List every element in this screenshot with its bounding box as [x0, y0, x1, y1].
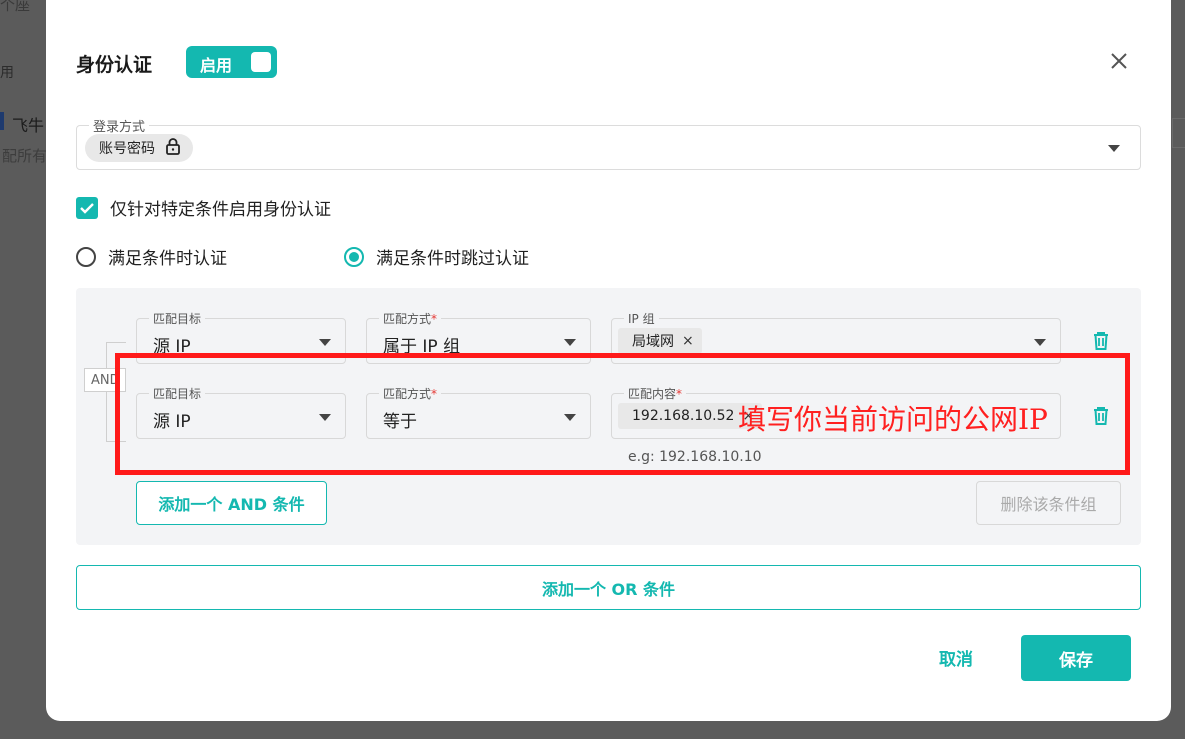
radio-button[interactable]	[76, 246, 96, 267]
radio-button-selected[interactable]	[344, 246, 364, 267]
background-edge-element	[1172, 118, 1185, 148]
login-method-select[interactable]: 登录方式 账号密码	[76, 116, 1141, 170]
remove-tag-icon[interactable]: ×	[682, 333, 694, 349]
tag-label: 局域网	[632, 334, 674, 350]
chevron-down-icon[interactable]	[1034, 339, 1046, 346]
chip-label: 账号密码	[99, 141, 155, 157]
dialog-title: 身份认证	[76, 54, 153, 76]
annotation-text: 填写你当前访问的公网IP	[738, 403, 1048, 436]
radio-auth-on-match[interactable]: 满足条件时认证	[76, 244, 227, 269]
field-label: 匹配方式*	[379, 310, 442, 327]
enable-toggle[interactable]: 启用	[186, 46, 277, 78]
chevron-down-icon[interactable]	[1108, 145, 1120, 152]
trash-icon[interactable]	[1090, 330, 1112, 352]
login-method-label: 登录方式	[89, 116, 150, 135]
lock-icon	[165, 137, 181, 159]
checkbox-checked-icon[interactable]	[76, 196, 98, 219]
specific-condition-checkbox[interactable]: 仅针对特定条件启用身份认证	[76, 195, 331, 220]
chevron-down-icon[interactable]	[319, 339, 331, 346]
chevron-down-icon[interactable]	[564, 339, 576, 346]
toggle-label: 启用	[200, 56, 233, 75]
ip-group-tag: 局域网 ×	[618, 328, 702, 354]
radio-skip-on-match[interactable]: 满足条件时跳过认证	[344, 244, 529, 269]
close-icon[interactable]	[1106, 48, 1132, 74]
background-row-name: 飞牛	[12, 116, 45, 135]
save-button[interactable]: 保存	[1021, 635, 1131, 681]
add-or-condition-button[interactable]: 添加一个 OR 条件	[76, 565, 1141, 610]
checkbox-label: 仅针对特定条件启用身份认证	[110, 200, 331, 220]
background-row-marker	[0, 112, 4, 130]
cancel-button[interactable]: 取消	[926, 645, 986, 671]
field-label: 匹配目标	[149, 310, 206, 327]
radio-label: 满足条件时认证	[108, 249, 227, 269]
toggle-knob	[251, 52, 271, 72]
background-column-label: 用	[0, 65, 14, 81]
radio-label: 满足条件时跳过认证	[376, 249, 529, 269]
login-method-chip: 账号密码	[85, 134, 193, 162]
background-text: 个座	[0, 0, 31, 14]
add-and-condition-button[interactable]: 添加一个 AND 条件	[136, 481, 327, 525]
background-row-subtext: 配所有	[2, 147, 48, 165]
field-label: IP 组	[624, 310, 659, 327]
delete-group-button[interactable]: 删除该条件组	[976, 481, 1121, 525]
